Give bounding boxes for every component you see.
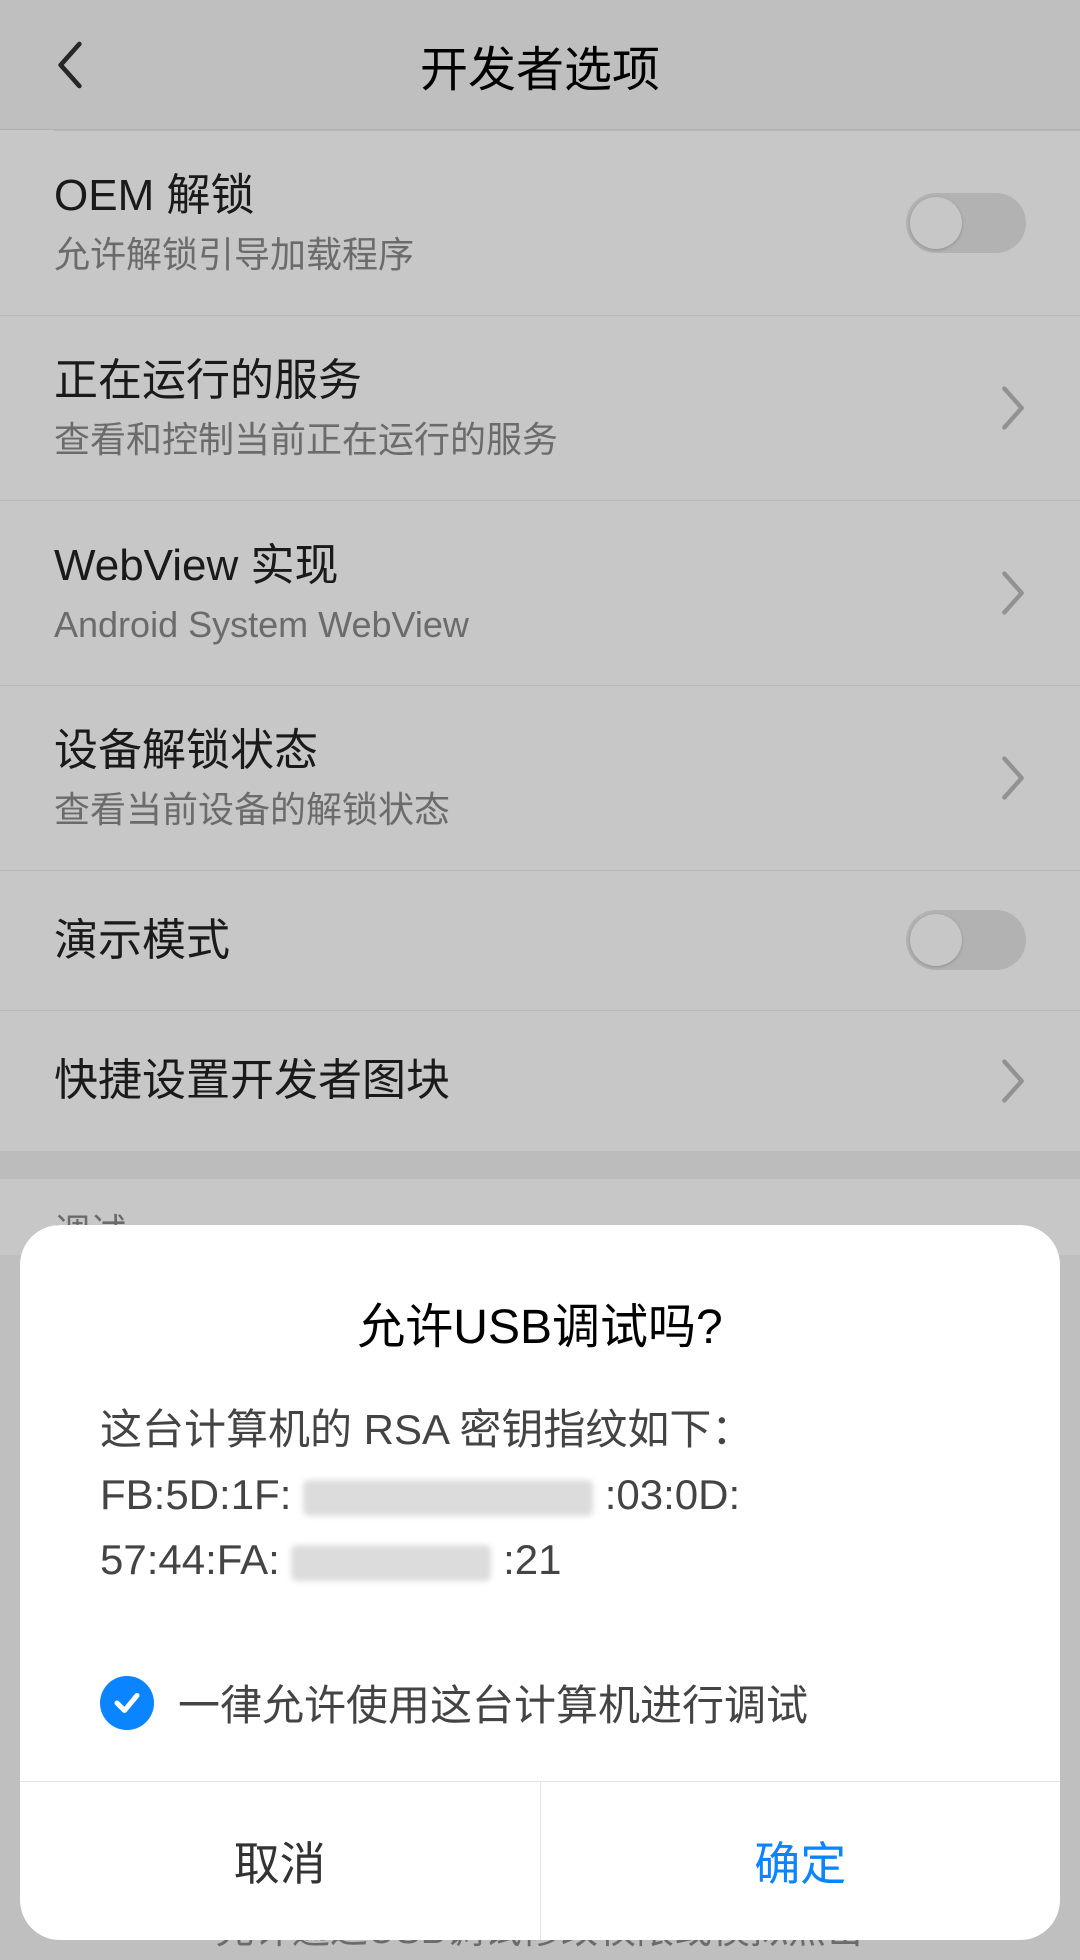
redacted-segment: [303, 1480, 593, 1516]
fingerprint-line-1: FB:5D:1F: :03:0D:: [100, 1462, 980, 1527]
fp-segment: :03:0D:: [605, 1471, 740, 1518]
cancel-button[interactable]: 取消: [20, 1782, 541, 1940]
fp-segment: FB:5D:1F:: [100, 1471, 291, 1518]
dialog-button-row: 取消 确定: [20, 1781, 1060, 1940]
fingerprint-line-2: 57:44:FA: :21: [100, 1527, 980, 1592]
dialog-body: 这台计算机的 RSA 密钥指纹如下： FB:5D:1F: :03:0D: 57:…: [20, 1397, 1060, 1632]
fp-segment: :21: [503, 1536, 561, 1583]
modal-overlay[interactable]: 允许USB调试吗? 这台计算机的 RSA 密钥指纹如下： FB:5D:1F: :…: [0, 0, 1080, 1960]
usb-debug-dialog: 允许USB调试吗? 这台计算机的 RSA 密钥指纹如下： FB:5D:1F: :…: [20, 1225, 1060, 1940]
checkbox-checked[interactable]: [100, 1676, 154, 1730]
ok-button[interactable]: 确定: [541, 1782, 1061, 1940]
redacted-segment: [291, 1545, 491, 1581]
always-allow-label: 一律允许使用这台计算机进行调试: [178, 1672, 808, 1733]
check-icon: [112, 1688, 142, 1718]
dialog-title: 允许USB调试吗?: [20, 1225, 1060, 1397]
dialog-intro: 这台计算机的 RSA 密钥指纹如下：: [100, 1397, 980, 1462]
fp-segment: 57:44:FA:: [100, 1536, 280, 1583]
always-allow-row[interactable]: 一律允许使用这台计算机进行调试: [20, 1632, 1060, 1781]
